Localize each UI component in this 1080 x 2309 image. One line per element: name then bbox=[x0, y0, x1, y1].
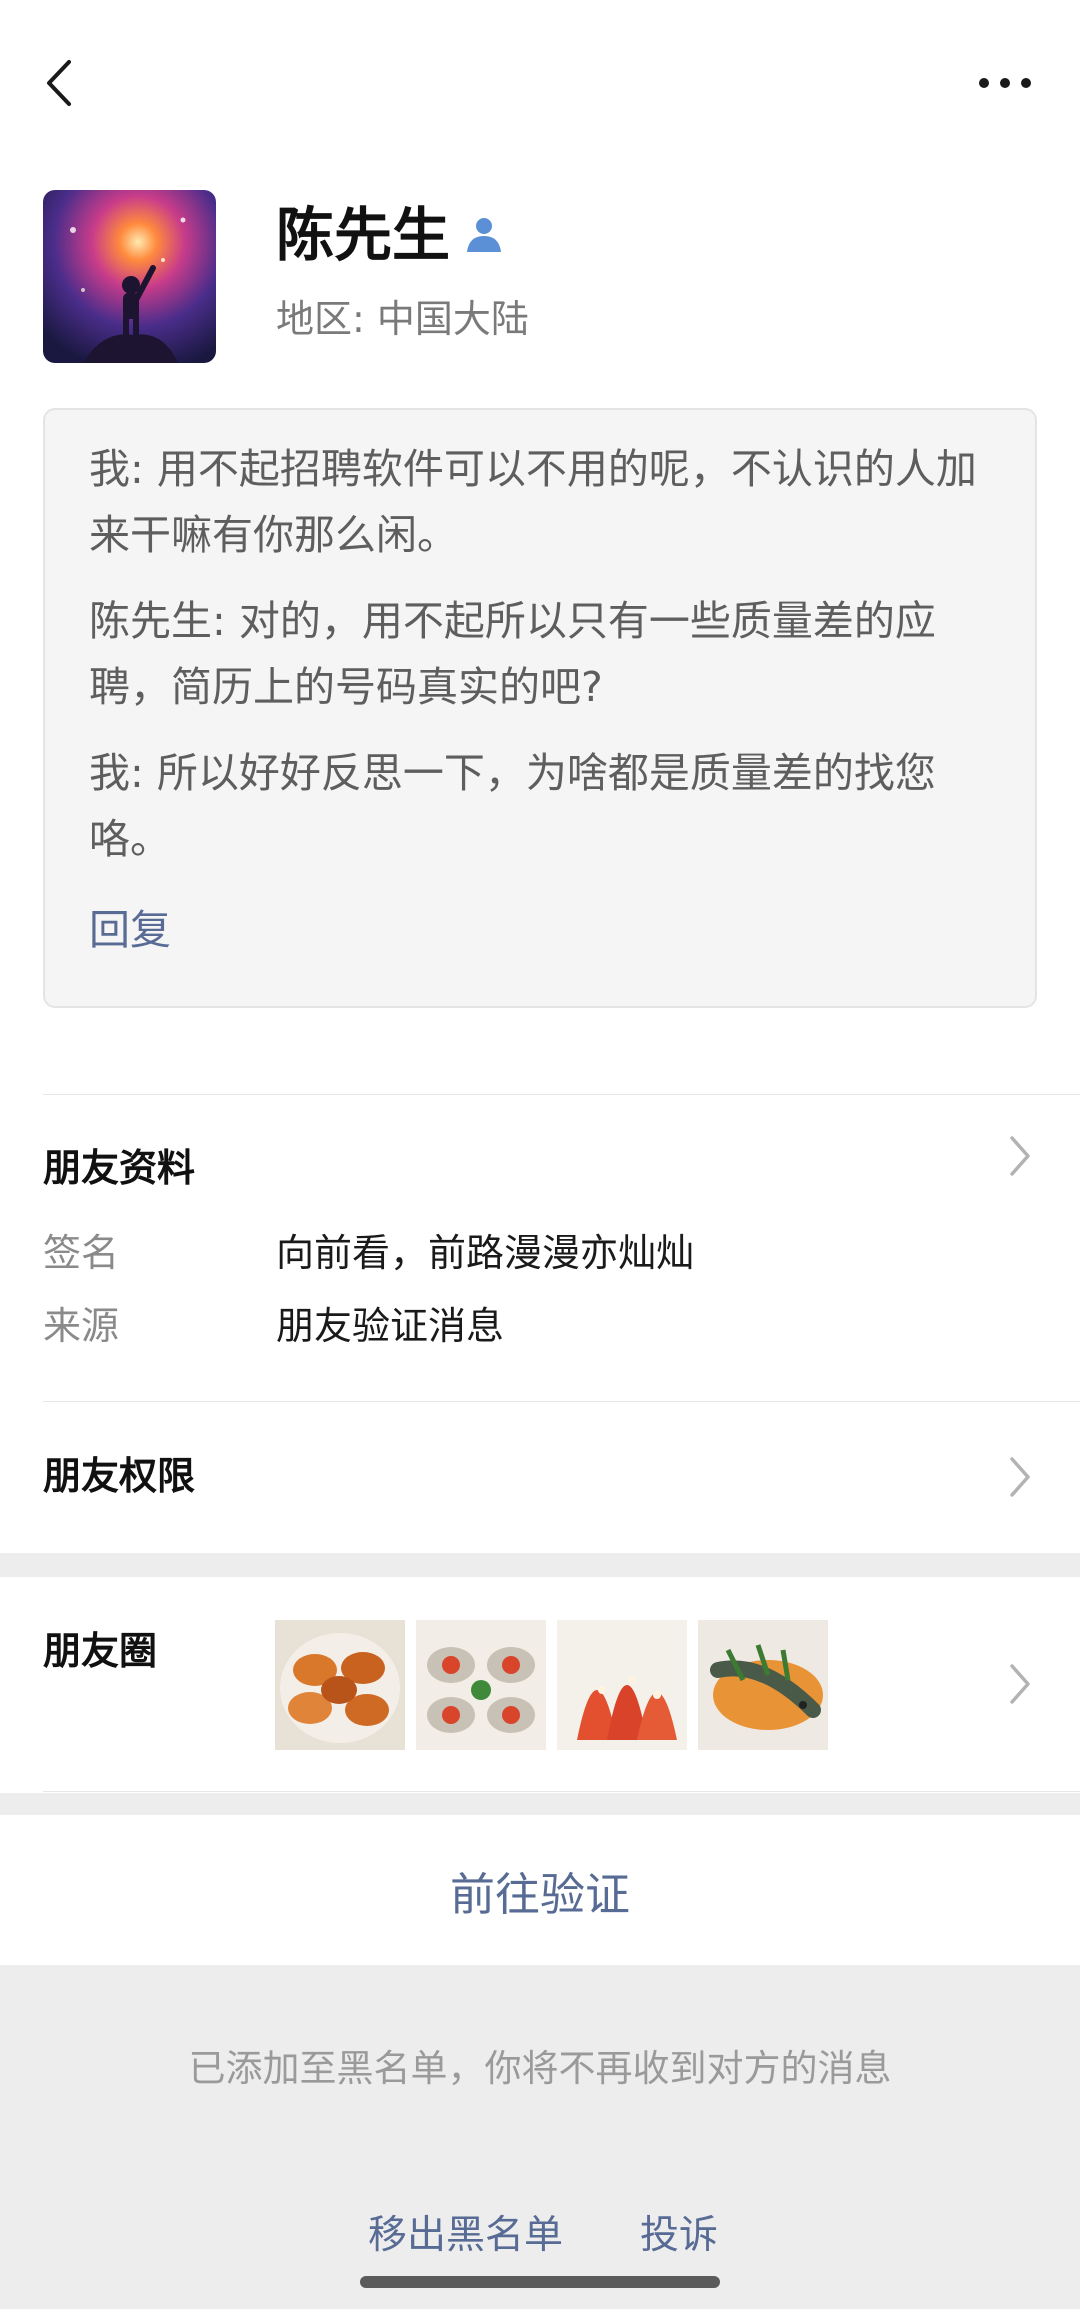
message-item: 我: 所以好好反思一下，为啥都是质量差的找您咯。 bbox=[89, 749, 936, 863]
message-item: 我: 用不起招聘软件可以不用的呢，不认识的人加来干嘛有你那么闲。 bbox=[89, 445, 977, 559]
divider bbox=[43, 1401, 1080, 1402]
divider bbox=[43, 1791, 1080, 1792]
back-button[interactable] bbox=[28, 50, 88, 116]
more-dots-icon bbox=[979, 78, 1031, 88]
avatar[interactable] bbox=[43, 190, 216, 363]
chevron-right-icon bbox=[1010, 1664, 1030, 1704]
moments-photo-crab bbox=[275, 1620, 405, 1750]
more-button[interactable] bbox=[960, 55, 1050, 111]
friend-permissions-title: 朋友权限 bbox=[43, 1454, 196, 1498]
section-separator bbox=[0, 1793, 1080, 1815]
moments-photo-shrimp bbox=[557, 1620, 687, 1750]
section-separator bbox=[0, 1553, 1080, 1577]
friend-profile-title: 朋友资料 bbox=[43, 1146, 196, 1190]
home-indicator[interactable] bbox=[360, 2276, 720, 2288]
avatar-image bbox=[70, 217, 186, 363]
moments-photo-oyster bbox=[416, 1620, 546, 1750]
blacklist-note: 已添加至黑名单，你将不再收到对方的消息 bbox=[188, 2047, 892, 2090]
chevron-right-icon bbox=[1010, 1457, 1030, 1497]
chevron-right-icon bbox=[1010, 1136, 1030, 1176]
report-link[interactable]: 投诉 bbox=[640, 2210, 718, 2262]
reply-link[interactable]: 回复 bbox=[89, 904, 171, 956]
source-value: 朋友验证消息 bbox=[276, 1304, 505, 1348]
person-icon bbox=[467, 218, 501, 252]
moments-title: 朋友圈 bbox=[43, 1629, 158, 1673]
go-verify-button[interactable]: 前往验证 bbox=[0, 1815, 1080, 1965]
remove-from-blacklist-link[interactable]: 移出黑名单 bbox=[368, 2210, 563, 2262]
moments-photo-fish bbox=[698, 1620, 828, 1750]
signature-value: 向前看，前路漫漫亦灿灿 bbox=[276, 1231, 695, 1275]
chevron-left-icon bbox=[47, 60, 71, 106]
message-item: 陈先生: 对的，用不起所以只有一些质量差的应聘，简历上的号码真实的吧? bbox=[89, 597, 936, 711]
source-label: 来源 bbox=[43, 1304, 120, 1348]
verification-messages-card: 我: 用不起招聘软件可以不用的呢，不认识的人加来干嘛有你那么闲。 陈先生: 对的… bbox=[43, 408, 1037, 1008]
contact-name: 陈先生 bbox=[276, 201, 451, 269]
region-text: 地区: 中国大陆 bbox=[276, 297, 529, 341]
divider bbox=[43, 1094, 1080, 1095]
signature-label: 签名 bbox=[43, 1231, 120, 1275]
